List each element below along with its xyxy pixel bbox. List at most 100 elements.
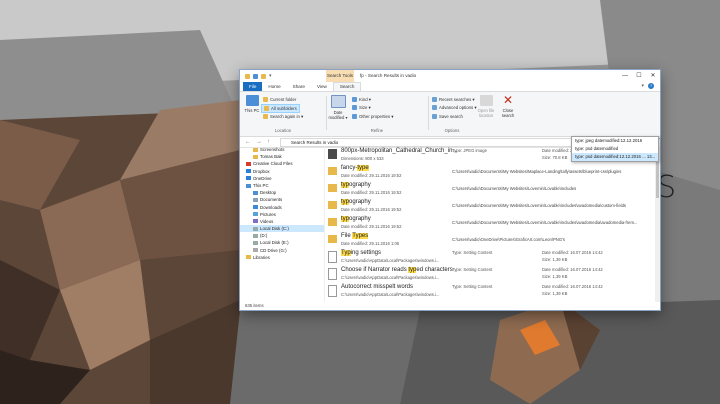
document-icon [328, 268, 337, 280]
sidebar-item-label: Pictures [260, 211, 276, 217]
sidebar-item[interactable]: (D:) [240, 232, 324, 239]
sidebar-item-label: Creative Cloud Files [253, 161, 293, 167]
result-path: C:\Users\vadio\Documents\My Websites\Lov… [452, 186, 577, 191]
tab-view[interactable]: View [311, 82, 333, 91]
table-row[interactable]: fancy-type Date modified: 29.11.2016 19:5… [326, 163, 658, 180]
sidebar-item-label: Screenshots [260, 147, 285, 152]
window-title: fp - Search Results in vadio [360, 73, 417, 78]
sidebar-item[interactable]: Dropbox [240, 168, 324, 175]
ribbon-group-location: This PC Current folder All subfolders Se… [242, 95, 324, 133]
documents-icon [253, 197, 258, 202]
sidebar-item[interactable]: Local Disk (C:) [240, 225, 324, 233]
kind-label: Kind ▾ [359, 97, 371, 102]
table-row[interactable]: Choose if Narrator reads typed character… [326, 265, 658, 282]
advanced-options-button[interactable]: Advanced options ▾ [432, 104, 477, 111]
tab-share[interactable]: Share [287, 82, 311, 91]
maximize-button[interactable]: ☐ [632, 70, 646, 82]
folder-icon[interactable] [245, 73, 250, 79]
table-row[interactable]: Typing settings C:\Users\vadio\AppData\Lo… [326, 248, 658, 265]
sidebar-item-label: Tomas Bak [260, 154, 282, 160]
sidebar-item[interactable]: Pictures [240, 211, 324, 218]
sidebar-item[interactable]: Libraries [240, 254, 324, 261]
help-icon[interactable]: ? [648, 83, 654, 89]
sidebar-item[interactable]: Videos [240, 218, 324, 225]
close-search-label: Close search [501, 108, 515, 118]
table-row[interactable]: Autocorrect misspelt words C:\Users\vadio… [326, 282, 658, 299]
sidebar-item[interactable]: Documents [240, 196, 324, 203]
table-row[interactable]: File Types Date modified: 29.11.2016 1:06… [326, 231, 658, 248]
tab-file[interactable]: File [243, 82, 263, 91]
pc-icon [246, 183, 251, 188]
sidebar-item-label: Downloads [260, 204, 282, 210]
title-bar[interactable]: ▾ Search Tools fp - Search Results in va… [240, 70, 660, 82]
all-subfolders-label: All subfolders [271, 106, 297, 111]
sidebar-item[interactable]: Tomas Bak [240, 153, 324, 160]
search-suggestion[interactable]: type: jpeg datemodified:12.12.2016 [572, 137, 658, 145]
subfolders-icon [264, 106, 269, 111]
document-icon [328, 251, 337, 263]
back-arrow-icon[interactable]: ← [245, 139, 251, 145]
result-dimensions: Dimensions: 800 x 533 [341, 156, 384, 161]
date-modified-button[interactable]: Date modified ▾ [328, 95, 348, 120]
result-name-text: ography [349, 216, 371, 222]
folder-icon [328, 235, 337, 243]
new-folder-icon[interactable] [261, 73, 266, 79]
save-search-label: Save search [439, 114, 463, 119]
sidebar-item[interactable]: CD Drive (G:) [240, 247, 324, 254]
folder-icon [328, 184, 337, 192]
size-button[interactable]: Size ▾ [352, 104, 371, 111]
result-date: Date modified: 16.07.2016 14:42 [542, 267, 603, 272]
search-again-button[interactable]: Search again in ▾ [263, 113, 303, 120]
current-folder-button[interactable]: Current folder [263, 96, 296, 103]
properties-icon[interactable] [253, 73, 258, 79]
quick-access-toolbar: ▾ [240, 73, 272, 79]
result-subtitle: Date modified: 29.11.2016 19:52 [341, 224, 402, 229]
all-subfolders-button[interactable]: All subfolders [261, 104, 300, 113]
sidebar-item[interactable]: Creative Cloud Files [240, 160, 324, 167]
chevron-down-icon[interactable]: ▾ [641, 83, 644, 89]
chevron-down-icon[interactable]: ▾ [269, 73, 272, 79]
sidebar-item-label: (D:) [260, 233, 268, 239]
result-type: Type: JPEG image [452, 148, 487, 153]
document-icon [328, 285, 337, 297]
sidebar-item[interactable]: This PC [240, 182, 324, 189]
sidebar-item-label: Local Disk (E:) [260, 240, 289, 246]
search-suggestion[interactable]: type: psd datemodified [572, 145, 658, 153]
recent-searches-button[interactable]: Recent searches ▾ [432, 96, 475, 103]
other-properties-button[interactable]: Other properties ▾ [352, 113, 393, 120]
forward-arrow-icon[interactable]: → [256, 139, 262, 145]
close-search-button[interactable]: ✕ Close search [498, 94, 518, 118]
other-properties-label: Other properties ▾ [359, 114, 394, 119]
save-search-button[interactable]: Save search [432, 113, 463, 120]
close-button[interactable]: ✕ [646, 70, 660, 82]
scrollbar-thumb[interactable] [656, 158, 659, 198]
tab-search[interactable]: Search [332, 82, 362, 91]
sidebar-item[interactable]: Desktop [240, 189, 324, 196]
ribbon-group-label: Location [274, 128, 292, 133]
sidebar-item[interactable]: Screenshots [240, 146, 324, 153]
sidebar-item[interactable]: OneDrive [240, 175, 324, 182]
sidebar-item[interactable]: Local Disk (E:) [240, 239, 324, 246]
table-row[interactable]: typography Date modified: 29.11.2016 19:5… [326, 214, 658, 231]
sidebar-item[interactable]: Downloads [240, 204, 324, 211]
kind-button[interactable]: Kind ▾ [352, 96, 371, 103]
ribbon-group-options: Recent searches ▾ Advanced options ▾ Sav… [430, 94, 520, 133]
this-pc-button[interactable]: This PC [242, 95, 262, 113]
search-suggestion[interactable]: type: psd datemodified:12.12.2016 ... 13… [572, 153, 658, 161]
up-arrow-icon[interactable]: ↑ [267, 139, 270, 145]
result-name-text: ography [349, 182, 371, 188]
minimize-button[interactable]: — [618, 70, 632, 82]
folder-icon [263, 97, 268, 102]
table-row[interactable]: typography Date modified: 29.11.2016 19:5… [326, 180, 658, 197]
result-size: Size: 1,39 KB [542, 274, 568, 279]
result-name-text: 800px-Metropolitan_Cathedral_Church_in..… [341, 148, 458, 154]
open-file-location-button[interactable]: Open file location [476, 95, 496, 118]
scrollbar[interactable] [655, 146, 660, 302]
calendar-icon [330, 95, 346, 108]
desktop-icon [253, 190, 258, 195]
tab-home[interactable]: Home [262, 82, 286, 91]
table-row[interactable]: typography Date modified: 29.11.2016 19:5… [326, 197, 658, 214]
result-name: typography [341, 216, 371, 222]
result-path: C:\Users\vadio\Documents\My Websites\Lov… [452, 220, 638, 225]
result-name-text: File [341, 233, 353, 239]
